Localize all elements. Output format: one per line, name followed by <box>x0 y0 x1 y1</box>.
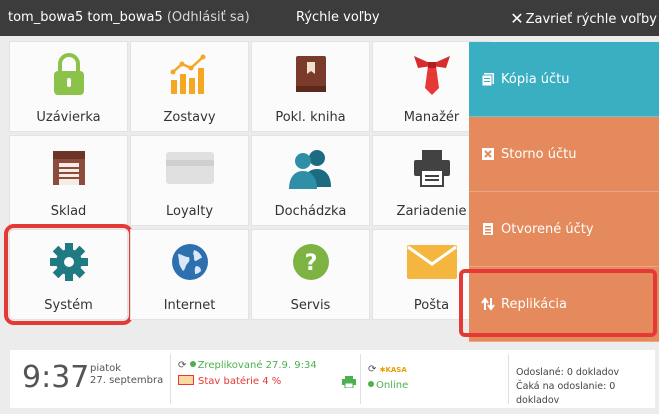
divider <box>170 354 171 404</box>
cancel-receipt-button[interactable]: Storno účtu <box>469 117 659 192</box>
refresh-icon: ⟳ <box>178 360 187 371</box>
tile-internet[interactable]: Internet <box>131 230 248 319</box>
tile-label: Servis <box>290 298 331 313</box>
online-dot-icon <box>189 361 196 367</box>
side-label: Kópia účtu <box>501 71 570 87</box>
tile-pokl-kniha[interactable]: Pokl. kniha <box>252 42 369 131</box>
clock: 9:37 <box>22 360 90 395</box>
user-info: tom_bowa5 tom_bowa5 (Odhlásiť sa) <box>8 10 250 25</box>
warehouse-icon <box>10 146 127 190</box>
weekday: piatok <box>90 363 122 374</box>
kasa-status: ⟳ ✱KASA Online <box>368 362 408 394</box>
tile-label: Uzávierka <box>36 110 101 125</box>
divider <box>508 354 509 404</box>
help-icon: ? <box>252 240 369 284</box>
tile-label: Dochádzka <box>274 204 347 219</box>
close-label: Zavrieť rýchle voľby <box>525 12 657 27</box>
tile-system[interactable]: Systém <box>4 224 133 325</box>
people-icon <box>252 146 369 190</box>
tile-label: Sklad <box>50 204 87 219</box>
sync-arrows-icon <box>481 297 495 311</box>
lock-icon <box>10 52 127 96</box>
side-panel: Kópia účtu Storno účtu Otvorené účty Rep… <box>459 42 659 342</box>
replication-button[interactable]: Replikácia <box>469 267 659 342</box>
documents-status: Odoslané: 0 dokladov Čaká na odoslanie: … <box>516 366 655 408</box>
side-label: Otvorené účty <box>501 221 594 237</box>
date: 27. septembra <box>90 375 164 386</box>
close-quick-options-button[interactable]: ✕ Zavrieť rýchle voľby <box>510 9 657 28</box>
tile-dochadzka[interactable]: Dochádzka <box>252 136 369 225</box>
date-display: piatok 27. septembra <box>90 363 163 387</box>
copy-receipt-button[interactable]: Kópia účtu <box>469 42 659 117</box>
tile-uzavierka[interactable]: Uzávierka <box>10 42 127 131</box>
tile-label: Pokl. kniha <box>275 110 346 125</box>
sent-documents: Odoslané: 0 dokladov <box>516 367 620 378</box>
gear-icon <box>10 240 127 284</box>
receipt-copy-icon <box>481 73 494 86</box>
tile-zostavy[interactable]: Zostavy <box>131 42 248 131</box>
open-receipts-button[interactable]: Otvorené účty <box>469 192 659 267</box>
page-title: Rýchle voľby <box>296 10 380 25</box>
status-footer: 9:37 piatok 27. septembra ⟳ Zreplikované… <box>10 350 655 408</box>
tile-label: Systém <box>44 298 93 313</box>
bar-chart-icon <box>131 52 248 96</box>
battery-icon <box>178 375 194 385</box>
tile-label: Zostavy <box>163 110 216 125</box>
side-label: Replikácia <box>501 296 567 312</box>
cancel-receipt-icon <box>482 148 494 160</box>
close-icon: ✕ <box>510 9 524 28</box>
tile-servis[interactable]: ? Servis <box>252 230 369 319</box>
sync-status: ⟳ Zreplikované 27.9. 9:34 Stav batérie 4… <box>178 358 317 390</box>
kasa-logo-icon: ✱KASA <box>379 366 407 374</box>
tile-sklad[interactable]: Sklad <box>10 136 127 225</box>
logout-link[interactable]: (Odhlásiť sa) <box>167 10 250 25</box>
divider <box>360 354 361 404</box>
book-icon <box>252 52 369 96</box>
tile-loyalty[interactable]: Loyalty <box>131 136 248 225</box>
refresh-icon: ⟳ <box>368 364 377 375</box>
printer-status-icon[interactable] <box>342 373 356 392</box>
svg-text:?: ? <box>304 251 317 276</box>
globe-icon <box>131 240 248 284</box>
side-label: Storno účtu <box>501 146 577 162</box>
pending-documents: Čaká na odoslanie: 0 dokladov <box>516 381 616 406</box>
top-bar: tom_bowa5 tom_bowa5 (Odhlásiť sa) Rýchle… <box>0 0 659 36</box>
battery-text: Stav batérie 4 % <box>198 376 282 387</box>
tile-label: Loyalty <box>165 204 214 219</box>
user-name: tom_bowa5 tom_bowa5 <box>8 10 163 25</box>
sync-text: Zreplikované 27.9. 9:34 <box>197 360 317 371</box>
tile-label: Internet <box>163 298 216 313</box>
card-icon <box>131 146 248 190</box>
open-receipts-icon <box>483 223 493 235</box>
online-dot-icon <box>368 381 374 387</box>
kasa-online-text: Online <box>376 380 409 391</box>
